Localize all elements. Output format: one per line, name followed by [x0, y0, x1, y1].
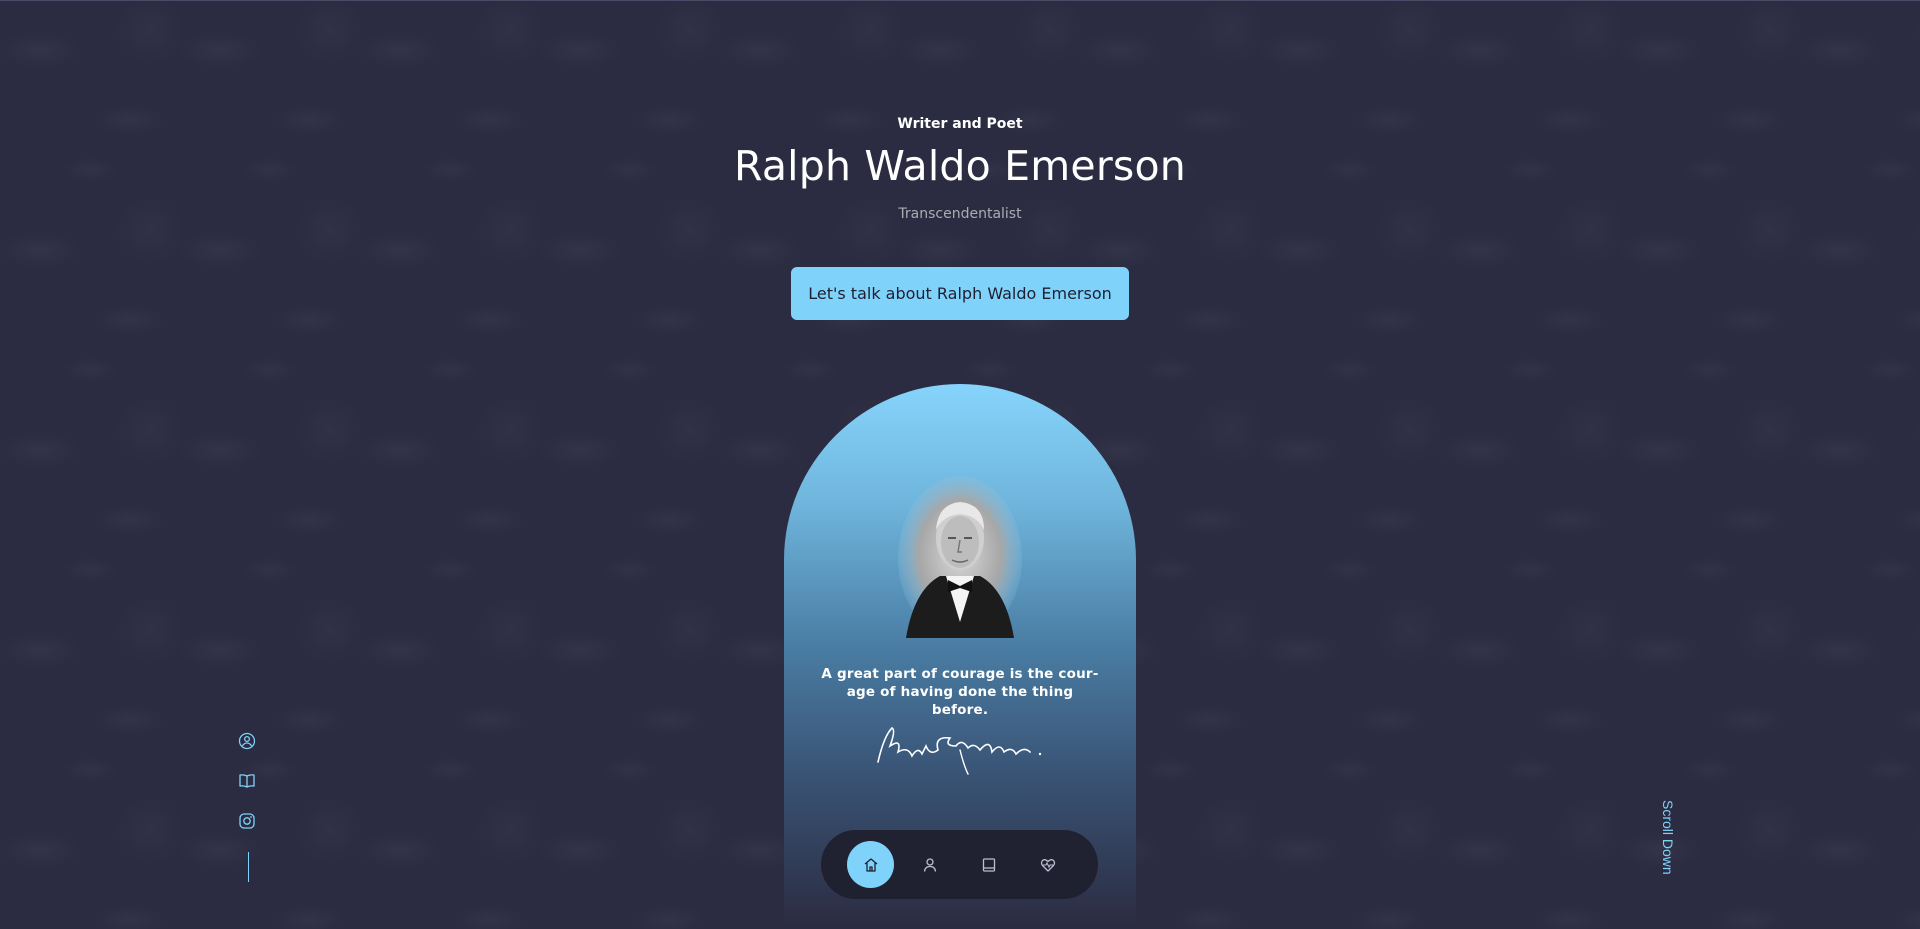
quote-text: A great part of courage is the cour- age…: [820, 665, 1100, 719]
social-links: [238, 732, 258, 852]
nav-favorites-button[interactable]: [1024, 841, 1071, 888]
nav-books-button[interactable]: [965, 841, 1012, 888]
user-icon: [923, 857, 936, 872]
instagram-icon[interactable]: [238, 812, 256, 830]
top-border: [0, 0, 1920, 1]
portrait-photo: [898, 476, 1022, 638]
book-icon: [982, 857, 995, 872]
user-circle-icon[interactable]: [238, 732, 256, 750]
lets-talk-button[interactable]: Let's talk about Ralph Waldo Emerson: [791, 267, 1129, 320]
heart-pulse-icon: [1040, 858, 1055, 872]
open-book-icon[interactable]: [238, 772, 256, 790]
hero-tagline: Transcendentalist: [898, 206, 1022, 222]
quote-line-2: age of having done the thing: [846, 684, 1074, 700]
home-icon: [864, 857, 877, 872]
bottom-nav: [821, 830, 1098, 899]
nav-home-button[interactable]: [847, 841, 894, 888]
scroll-down-link[interactable]: Scroll Down: [1660, 800, 1676, 875]
social-divider-line: [248, 852, 249, 882]
hero-title: Ralph Waldo Emerson: [734, 142, 1186, 190]
quote-line-1: A great part of courage is the cour-: [821, 666, 1099, 682]
nav-about-button[interactable]: [906, 841, 953, 888]
hero-overline: Writer and Poet: [897, 116, 1023, 132]
signature-icon: [877, 727, 1042, 775]
